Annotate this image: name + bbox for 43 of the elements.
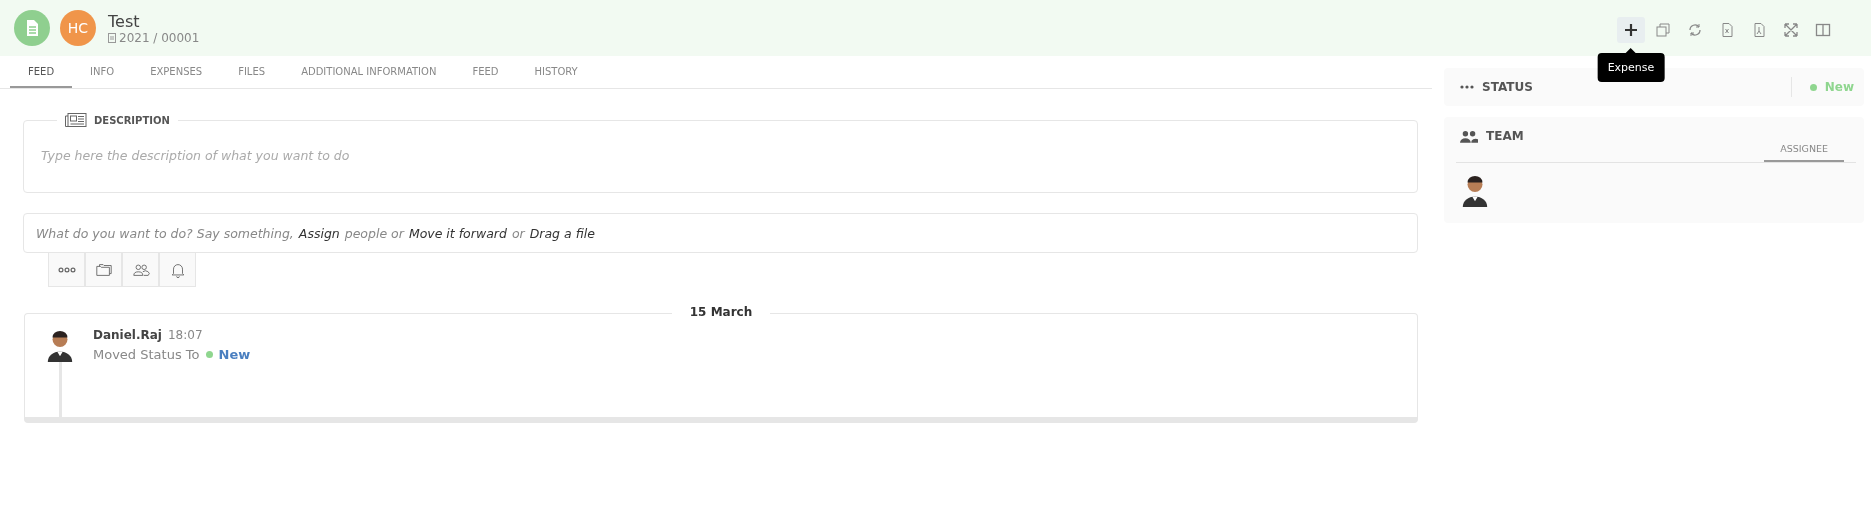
plus-icon [1623, 22, 1639, 38]
tab[interactable]: HISTORY [516, 56, 596, 88]
tab[interactable]: FILES [220, 56, 284, 88]
folder-button[interactable] [85, 253, 122, 287]
status-value: New [218, 347, 251, 362]
avatar-icon [1460, 173, 1490, 207]
people-button[interactable] [122, 253, 159, 287]
status-value: New [1824, 80, 1854, 94]
user-initials-avatar: HC [60, 10, 96, 46]
date-label: 15 March [671, 305, 771, 319]
more-icon [57, 266, 76, 273]
tab[interactable]: EXPENSES [132, 56, 221, 88]
post-time: 18:07 [168, 328, 203, 342]
avatar-icon [45, 328, 75, 362]
comment-field[interactable]: What do you want to do? Say something, Assign people or Move it forward or Drag a file [23, 213, 1418, 253]
copy-icon [1655, 22, 1671, 38]
plus-button[interactable] [1617, 17, 1645, 43]
record-title: Test [108, 11, 141, 31]
tab[interactable]: INFO [72, 56, 133, 88]
tab[interactable]: ADDITIONAL INFORMATION [283, 56, 455, 88]
tab[interactable]: FEED [10, 56, 73, 88]
tab[interactable]: ASSIGNEE [1764, 129, 1844, 162]
expand-icon [1783, 22, 1799, 38]
pdf-file-icon [1751, 22, 1767, 38]
tooltip: Expense [1597, 48, 1665, 82]
description-label: DESCRIPTION [94, 114, 170, 126]
more-icon [1460, 85, 1474, 89]
record-number: 2021 / 00001 [119, 30, 200, 45]
tab[interactable]: FEED [454, 56, 517, 88]
activity-text: Moved Status To [93, 347, 200, 362]
document-icon [14, 10, 50, 46]
description-input[interactable]: Type here the description of what you want to do [39, 147, 1406, 164]
more-button[interactable] [48, 253, 85, 287]
columns-icon [1815, 22, 1831, 38]
refresh-icon [1687, 22, 1703, 38]
status-label: STATUS [1482, 80, 1533, 94]
spreadsheet-file-icon [1719, 22, 1735, 38]
team-label: TEAM [1486, 129, 1524, 143]
author-name: Daniel.Raj [93, 328, 162, 342]
newspaper-icon [65, 113, 87, 127]
bell-button[interactable] [159, 253, 196, 287]
document-icon [108, 32, 116, 43]
people-icon [1460, 129, 1478, 143]
